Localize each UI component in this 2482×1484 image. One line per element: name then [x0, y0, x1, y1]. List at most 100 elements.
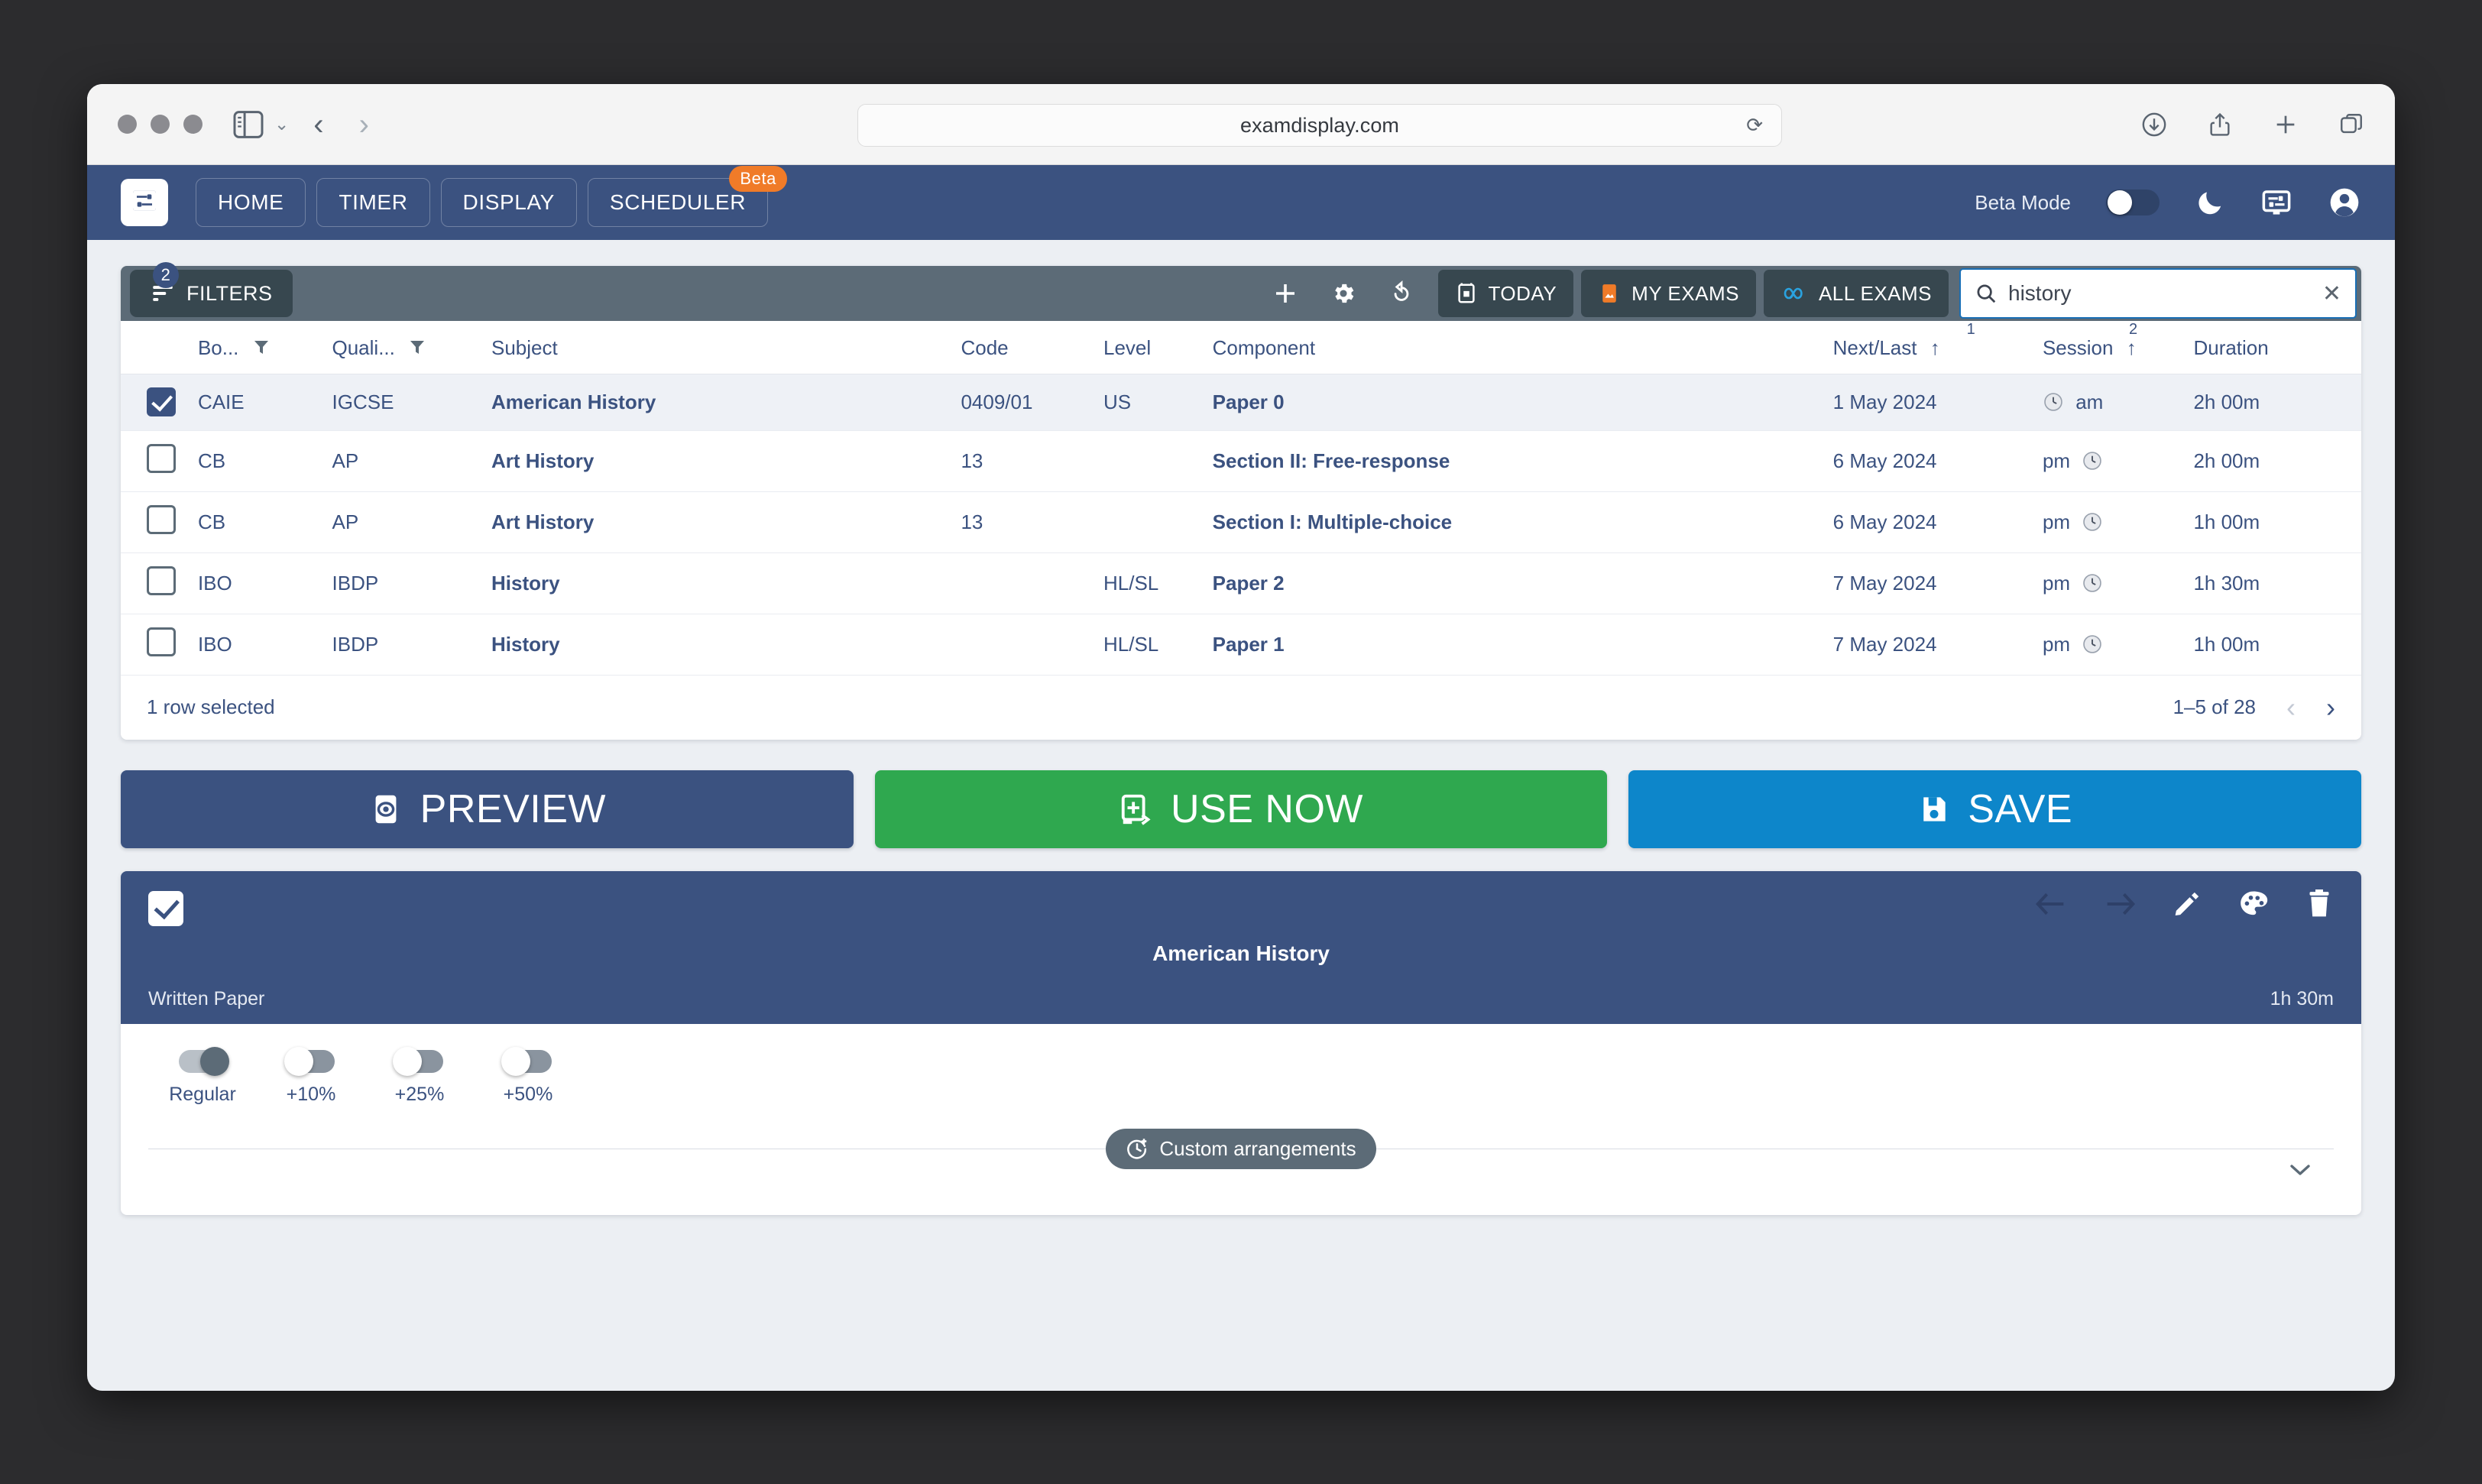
maximize-window-button[interactable]: [183, 115, 203, 134]
beta-mode-toggle[interactable]: [2106, 190, 2160, 215]
toggle-plus10[interactable]: +10%: [257, 1046, 365, 1106]
cell-component: Section I: Multiple-choice: [1212, 491, 1833, 553]
row-select-cell[interactable]: [121, 614, 198, 676]
today-label: TODAY: [1488, 281, 1557, 305]
close-window-button[interactable]: [118, 115, 137, 134]
address-bar[interactable]: examdisplay.com ⟳: [857, 104, 1782, 147]
search-input[interactable]: history ✕: [1959, 268, 2357, 319]
column-header-board[interactable]: Bo...: [197, 321, 332, 374]
save-label: SAVE: [1968, 786, 2073, 831]
arrow-right-icon[interactable]: [2103, 889, 2137, 919]
nav-tab-list: HOME TIMER DISPLAY SCHEDULER Beta: [196, 166, 788, 227]
row-select-cell[interactable]: [121, 491, 198, 553]
palette-icon[interactable]: [2237, 888, 2270, 920]
session-label: pm: [2042, 449, 2071, 472]
arrangement-toggles: Regular +10% +25% +50%: [148, 1046, 2334, 1106]
filters-button[interactable]: FILTERS 2: [130, 262, 293, 317]
toggle-plus25-switch[interactable]: [393, 1046, 443, 1076]
column-header-duration[interactable]: Duration: [2193, 321, 2361, 374]
downloads-icon[interactable]: [2141, 112, 2167, 138]
app-logo-icon[interactable]: [121, 179, 168, 226]
table-footer: 1 row selected 1–5 of 28 ‹ ›: [121, 676, 2361, 740]
save-button[interactable]: SAVE: [1628, 770, 2362, 848]
toggle-plus50[interactable]: +50%: [474, 1046, 582, 1106]
expand-chevron-down-icon[interactable]: [2285, 1160, 2315, 1180]
row-checkbox[interactable]: [147, 443, 176, 473]
table-row[interactable]: CAIE IGCSE American History 0409/01 US P…: [121, 374, 2361, 431]
display-settings-icon[interactable]: [2260, 186, 2292, 219]
account-icon[interactable]: [2328, 186, 2361, 219]
column-header-level[interactable]: Level: [1103, 321, 1213, 374]
toggle-regular[interactable]: Regular: [148, 1046, 257, 1106]
column-header-component[interactable]: Component: [1212, 321, 1833, 374]
qualification-filter-icon[interactable]: [410, 339, 425, 356]
table-row[interactable]: IBO IBDP History HL/SL Paper 2 7 May 202…: [121, 552, 2361, 614]
toggle-regular-switch[interactable]: [179, 1046, 229, 1076]
arrow-left-icon[interactable]: [2034, 889, 2068, 919]
gear-icon[interactable]: [1314, 266, 1372, 321]
toggle-plus25[interactable]: +25%: [365, 1046, 474, 1106]
table-row[interactable]: CB AP Art History 13 Section II: Free-re…: [121, 430, 2361, 492]
row-checkbox[interactable]: [147, 565, 176, 595]
column-header-session[interactable]: Session ↑ 2: [2042, 321, 2194, 374]
row-checkbox[interactable]: [147, 504, 176, 534]
session-label: pm: [2042, 510, 2071, 533]
add-icon[interactable]: [1256, 266, 1314, 321]
detail-type-label: Written Paper: [148, 987, 265, 1009]
row-select-cell[interactable]: [121, 430, 198, 492]
custom-arrangements-button[interactable]: Custom arrangements: [1106, 1128, 1376, 1169]
preview-label: PREVIEW: [420, 786, 606, 831]
chevron-down-icon[interactable]: ⌄: [274, 114, 289, 134]
row-select-cell[interactable]: [121, 552, 198, 614]
reload-icon[interactable]: ⟳: [1746, 114, 1763, 138]
sidebar-icon[interactable]: [232, 108, 265, 141]
row-select-cell[interactable]: [121, 374, 198, 431]
preview-button[interactable]: PREVIEW: [121, 770, 854, 848]
use-now-button[interactable]: USE NOW: [874, 770, 1608, 848]
clear-search-icon[interactable]: ✕: [2322, 280, 2341, 307]
board-filter-icon[interactable]: [254, 339, 269, 356]
cell-code: 13: [961, 491, 1103, 553]
detail-title: American History: [1152, 941, 1330, 965]
cell-duration: 1h 00m: [2193, 491, 2361, 553]
pencil-icon[interactable]: [2172, 889, 2202, 919]
undo-icon[interactable]: [1372, 266, 1431, 321]
all-exams-button[interactable]: ALL EXAMS: [1763, 270, 1949, 317]
nav-tab-timer[interactable]: TIMER: [316, 178, 430, 227]
cell-duration: 2h 00m: [2193, 430, 2361, 492]
column-header-subject[interactable]: Subject: [491, 321, 961, 374]
cell-level: US: [1103, 374, 1213, 431]
tab-overview-icon[interactable]: [2338, 112, 2364, 138]
sort-ascending-icon-2[interactable]: ↑: [2127, 336, 2137, 359]
share-icon[interactable]: [2207, 112, 2233, 138]
row-checkbox[interactable]: [147, 627, 176, 656]
moon-icon[interactable]: [2195, 187, 2225, 218]
column-header-qualification[interactable]: Quali...: [332, 321, 491, 374]
toggle-plus10-switch[interactable]: [284, 1046, 335, 1076]
new-tab-icon[interactable]: [2273, 112, 2299, 138]
minimize-window-button[interactable]: [151, 115, 170, 134]
forward-arrow-icon[interactable]: ›: [359, 109, 369, 140]
back-arrow-icon[interactable]: ‹: [313, 109, 323, 140]
nav-tab-home[interactable]: HOME: [196, 178, 306, 227]
today-button[interactable]: TODAY: [1437, 270, 1574, 317]
toggle-plus50-switch[interactable]: [501, 1046, 552, 1076]
previous-page-button[interactable]: ‹: [2286, 693, 2296, 721]
nav-tab-scheduler[interactable]: SCHEDULER Beta: [587, 166, 788, 227]
trash-icon[interactable]: [2305, 889, 2334, 919]
column-header-code[interactable]: Code: [961, 321, 1103, 374]
table-row[interactable]: CB AP Art History 13 Section I: Multiple…: [121, 491, 2361, 553]
sort-ascending-icon[interactable]: ↑: [1930, 336, 1940, 359]
search-icon: [1975, 282, 1998, 305]
my-exams-button[interactable]: MY EXAMS: [1581, 270, 1756, 317]
nav-tab-display[interactable]: DISPLAY: [440, 178, 577, 227]
table-row[interactable]: IBO IBDP History HL/SL Paper 1 7 May 202…: [121, 614, 2361, 676]
window-traffic-lights[interactable]: [118, 115, 203, 134]
row-checkbox[interactable]: [147, 387, 176, 416]
next-page-button[interactable]: ›: [2326, 693, 2335, 721]
cell-component: Paper 2: [1212, 552, 1833, 614]
cell-subject: Art History: [491, 491, 961, 553]
column-header-next-last[interactable]: Next/Last ↑ 1: [1832, 321, 2043, 374]
detail-checkbox[interactable]: [148, 890, 183, 926]
calendar-icon: [1455, 282, 1478, 305]
